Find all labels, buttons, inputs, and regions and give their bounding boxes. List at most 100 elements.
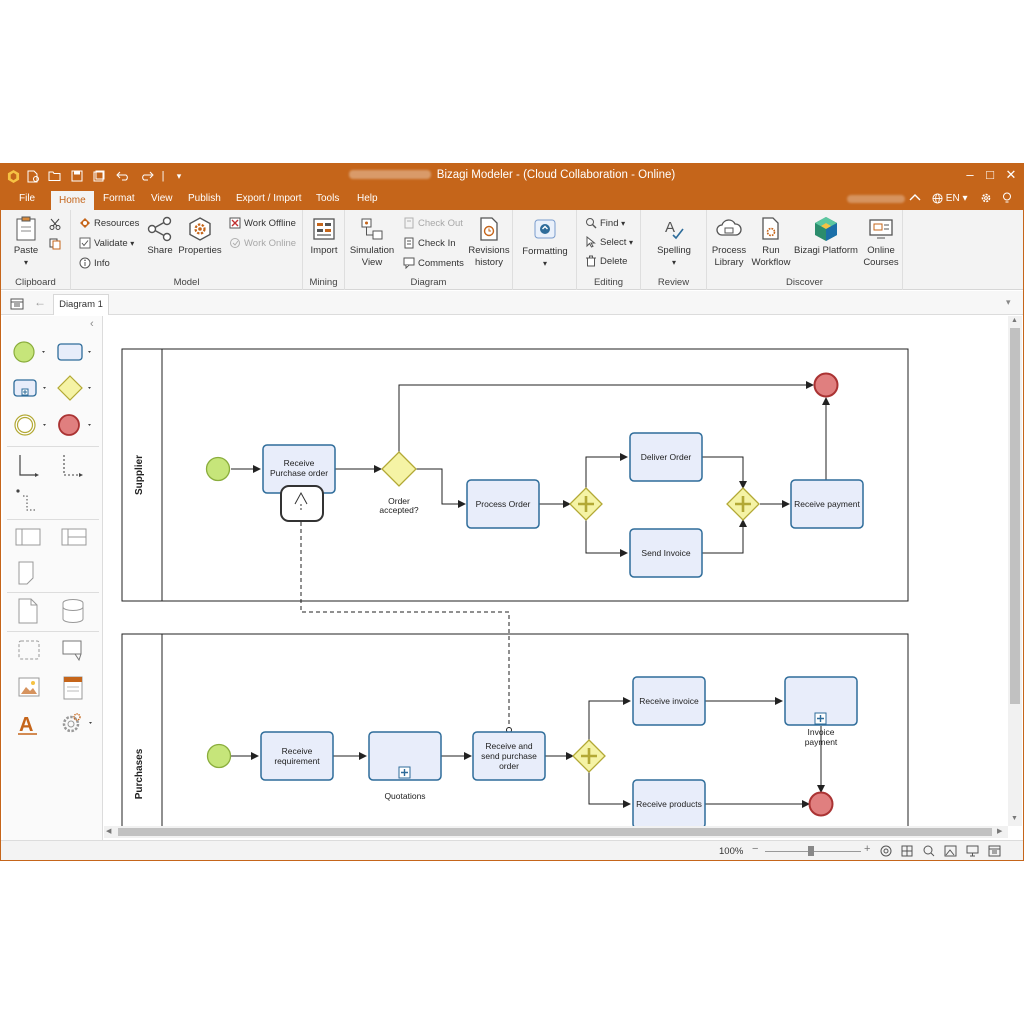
horizontal-scroll-thumb[interactable] [118,828,992,836]
comments-button[interactable]: Comments [403,256,464,272]
run-workflow-button[interactable]: Run Workflow [751,216,791,269]
menu-format[interactable]: Format [101,188,137,210]
association-tool[interactable] [15,488,41,521]
work-offline-button[interactable]: Work Offline [229,216,296,232]
diagram-navigator-icon[interactable] [10,297,24,315]
diagram-canvas[interactable]: Supplier Purchases Receive Purchase orde… [104,316,1007,826]
info-button[interactable]: Info [79,256,110,272]
scroll-down-icon[interactable]: ▼ [1011,815,1018,822]
import-button[interactable]: Import [307,216,341,257]
zoom-search-icon[interactable] [923,845,935,860]
gateway-tool[interactable] [57,375,97,406]
vertical-scrollbar[interactable]: ▲ ▼ [1008,316,1022,826]
cut-icon[interactable] [49,218,61,234]
text-annotation-tool[interactable] [61,639,87,668]
intermediate-event-tool[interactable] [13,413,49,442]
back-arrow-icon[interactable]: ← [34,295,46,309]
message-flow-tool[interactable] [61,453,87,484]
share-button[interactable]: Share [143,216,177,257]
task-receive-payment[interactable]: Receive payment [790,479,864,529]
menu-home[interactable]: Home [51,191,94,210]
grid-view-icon[interactable] [901,845,913,860]
menu-file[interactable]: File [17,188,37,210]
message-flow-endpoint-highlight[interactable] [280,485,324,522]
scroll-right-icon[interactable]: ▶ [997,827,1002,835]
menu-tools[interactable]: Tools [314,188,341,210]
language-selector[interactable]: EN ▾ [932,188,968,210]
formatting-button[interactable]: Formatting ▾ [519,216,571,270]
check-out-button[interactable]: Check Out [403,216,463,232]
purchases-start-event[interactable] [206,743,232,769]
supplier-start-event[interactable] [205,456,231,482]
check-in-button[interactable]: Check In [403,236,456,252]
zoom-in-icon[interactable]: + [864,843,870,855]
more-shapes-gear-icon[interactable] [59,712,99,739]
task-receive-invoice[interactable]: Receive invoice [632,676,706,726]
vertical-scroll-thumb[interactable] [1010,328,1020,704]
start-event-tool[interactable] [13,341,47,368]
header-tool[interactable] [61,675,85,706]
menu-export-import[interactable]: Export / Import [234,188,304,210]
settings-icon[interactable] [980,188,992,210]
text-tool[interactable]: A [17,712,39,741]
fit-page-icon[interactable] [880,845,892,860]
image-tool[interactable] [17,676,41,703]
work-online-button[interactable]: Work Online [229,236,296,252]
work-online-icon [230,238,240,249]
process-library-button[interactable]: Process Library [709,216,749,269]
purchases-end-event[interactable] [808,791,834,817]
menu-help[interactable]: Help [355,188,380,210]
task-receive-requirement[interactable]: Receive requirement [260,731,334,781]
horizontal-scrollbar[interactable]: ◀ ▶ [104,826,1008,838]
collapse-ribbon-icon[interactable] [909,188,921,210]
image-export-icon[interactable] [944,845,957,860]
group-tool[interactable] [17,639,41,666]
supplier-end-event[interactable] [813,372,839,398]
simulation-view-button[interactable]: Simulation View [347,216,397,269]
data-object-tool[interactable] [17,598,39,629]
task-receive-and-send-purchase-order[interactable]: Receive and send purchase order [472,731,546,781]
online-courses-button[interactable]: Online Courses [861,216,901,269]
tab-diagram-1[interactable]: Diagram 1 [53,294,109,315]
task-tool[interactable] [57,343,97,366]
purchases-pool[interactable]: Purchases [121,633,909,826]
revisions-history-button[interactable]: Revisions history [467,216,511,269]
maximize-button[interactable]: □ [979,167,1001,185]
presentation-icon[interactable] [966,845,979,860]
sequence-flow-tool[interactable] [17,453,43,484]
validate-button[interactable]: Validate ▾ [79,236,134,252]
minimize-button[interactable]: ‒ [959,167,981,185]
task-deliver-order[interactable]: Deliver Order [629,432,703,482]
subprocess-tool[interactable] [13,377,49,404]
bizagi-platform-button[interactable]: Bizagi Platform [793,216,859,257]
paste-button[interactable]: Paste ▾ [9,216,43,269]
menu-publish[interactable]: Publish [186,188,223,210]
data-store-tool[interactable] [61,598,85,629]
paste-dropdown-icon[interactable]: ▾ [9,257,43,269]
supplier-pool[interactable]: Supplier [121,348,909,602]
tab-list-dropdown-icon[interactable]: ▾ [1006,297,1011,308]
horizontal-pool-tool[interactable] [15,528,41,551]
scroll-up-icon[interactable]: ▲ [1011,317,1018,324]
find-button[interactable]: Find ▾ [585,216,625,232]
task-send-invoice[interactable]: Send Invoice [629,528,703,578]
lane-tool[interactable] [61,528,87,551]
overview-icon[interactable] [988,845,1001,860]
delete-button[interactable]: Delete [585,254,627,270]
milestone-tool[interactable] [17,560,39,591]
copy-icon[interactable] [49,238,61,254]
close-button[interactable]: ✕ [1000,167,1022,185]
task-process-order[interactable]: Process Order [466,479,540,529]
end-event-tool[interactable] [57,413,97,442]
select-button[interactable]: Select ▾ [585,235,633,251]
properties-button[interactable]: Properties [177,216,223,257]
task-receive-products[interactable]: Receive products [632,779,706,826]
spelling-button[interactable]: A Spelling ▾ [649,216,699,269]
collapse-palette-icon[interactable]: ‹ [90,318,94,330]
zoom-out-icon[interactable]: − [752,843,758,855]
help-bulb-icon[interactable] [1002,188,1012,210]
scroll-left-icon[interactable]: ◀ [106,827,111,835]
menu-view[interactable]: View [149,188,175,210]
resources-button[interactable]: Resources [79,216,139,232]
zoom-slider-handle[interactable] [808,846,814,856]
